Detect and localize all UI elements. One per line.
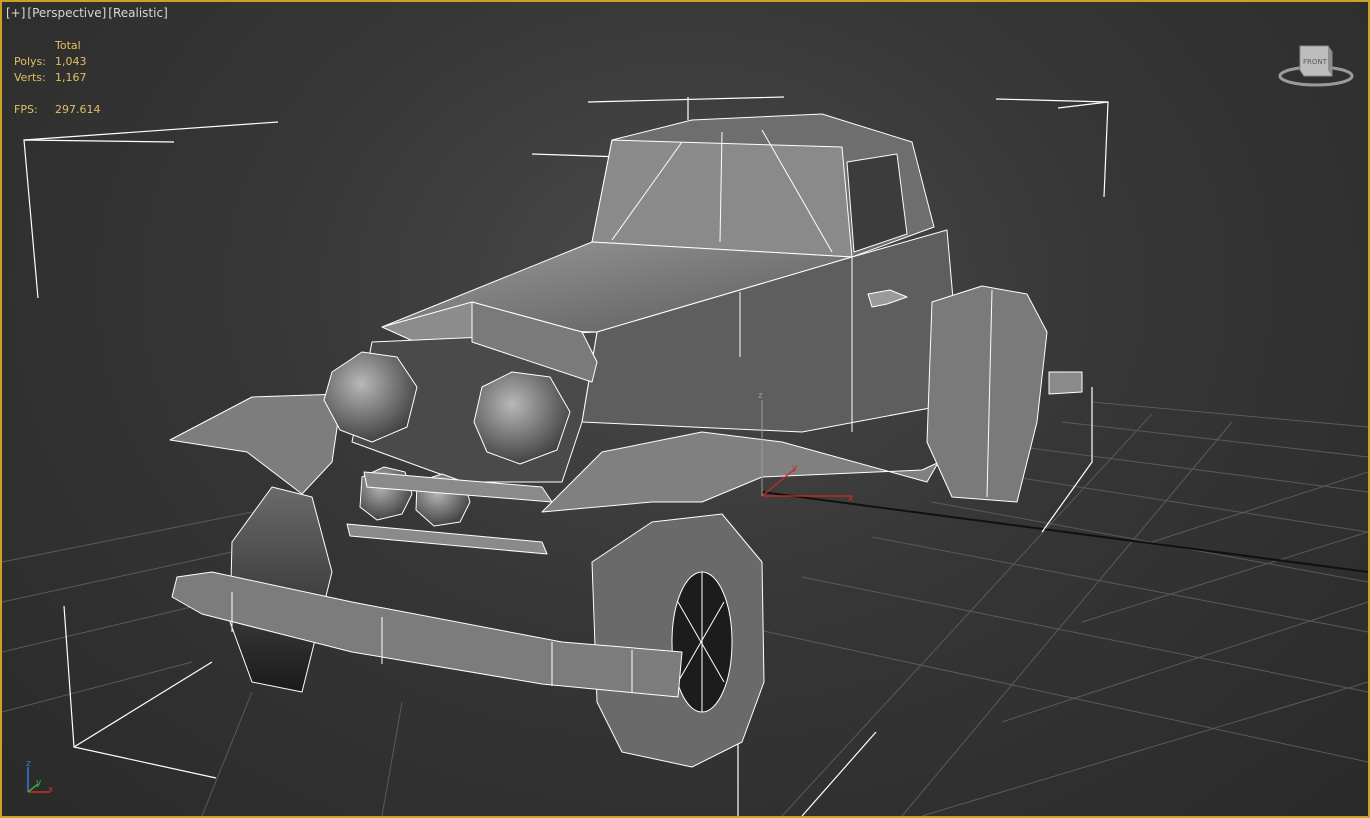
- fps-value: 297.614: [55, 103, 101, 116]
- car-model: [169, 113, 1083, 768]
- fps-label: FPS:: [14, 103, 38, 116]
- verts-label: Verts:: [14, 71, 46, 84]
- viewport-scene[interactable]: x y z z x y: [2, 2, 1368, 816]
- gizmo-y-label: y: [792, 463, 798, 473]
- scene-statistics: Total Polys: 1,043 Verts: 1,167 FPS: 297.61…: [14, 38, 101, 118]
- viewport-view-menu[interactable]: [Perspective]: [27, 6, 106, 20]
- gizmo-z-label: z: [758, 391, 763, 401]
- viewport-label-menu[interactable]: [+] [Perspective] [Realistic]: [6, 6, 168, 20]
- polys-value: 1,043: [55, 55, 87, 68]
- tripod-y-label: y: [36, 778, 42, 788]
- tripod-x-label: x: [48, 785, 54, 795]
- viewport-plus-menu[interactable]: [+]: [6, 6, 25, 20]
- perspective-viewport[interactable]: x y z z x y [+] [Perspective] [Realistic…: [0, 0, 1370, 818]
- grid-center-line: [761, 491, 1368, 573]
- polys-label: Polys:: [14, 55, 46, 68]
- stats-header: Total: [55, 39, 81, 52]
- viewcube[interactable]: FRONT: [1278, 40, 1354, 90]
- viewcube-front-label: FRONT: [1303, 58, 1328, 66]
- tripod-z-label: z: [26, 759, 31, 769]
- verts-value: 1,167: [55, 71, 87, 84]
- viewport-shading-menu[interactable]: [Realistic]: [108, 6, 167, 20]
- axis-tripod: z x y: [26, 759, 54, 795]
- gizmo-x-label: x: [848, 494, 854, 504]
